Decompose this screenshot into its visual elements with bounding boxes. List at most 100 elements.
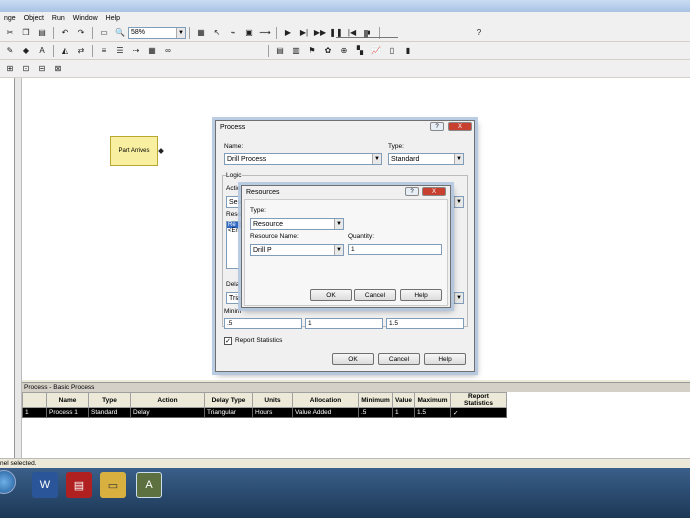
create-module-part-arrives[interactable]: Part Arrives — [110, 136, 158, 166]
table-cell[interactable]: Delay — [130, 407, 205, 418]
snap-to-grid-icon[interactable]: ⊡ — [20, 63, 32, 75]
cancel-button[interactable]: Cancel — [378, 353, 420, 365]
table-cell[interactable]: Process 1 — [46, 407, 89, 418]
column-header[interactable]: Type — [88, 392, 131, 408]
arena-app-icon[interactable]: A — [136, 472, 162, 498]
table-cell[interactable]: 1 — [22, 407, 47, 418]
whats-this-help-icon[interactable]: ? — [473, 27, 485, 39]
menu-run[interactable]: Run — [48, 15, 69, 22]
line-color-icon[interactable]: ✎ — [4, 45, 16, 57]
column-header[interactable]: Action — [130, 392, 205, 408]
line-width-icon[interactable]: ≡ — [98, 45, 110, 57]
start-button-icon[interactable] — [0, 470, 16, 494]
menu-arrange[interactable]: nge — [0, 15, 20, 22]
animation-speed-slider[interactable] — [336, 28, 398, 38]
pointer-icon[interactable]: ↖ — [211, 27, 223, 39]
column-header[interactable]: Delay Type — [204, 392, 253, 408]
fill-color-icon[interactable]: ◆ — [20, 45, 32, 57]
cut-icon[interactable]: ✂ — [4, 27, 16, 39]
slider-thumb[interactable] — [364, 30, 368, 38]
table-cell[interactable]: ✓ — [450, 407, 507, 418]
table-cell[interactable]: Hours — [252, 407, 293, 418]
table-row[interactable]: 1 Process 1 Standard Delay Triangular Ho… — [22, 407, 507, 418]
line-style-icon[interactable]: ☰ — [114, 45, 126, 57]
undo-icon[interactable]: ↶ — [59, 27, 71, 39]
ok-button[interactable]: OK — [310, 289, 352, 301]
table-cell[interactable]: .5 — [358, 407, 393, 418]
fast-forward-icon[interactable]: ▶▶ — [314, 27, 326, 39]
help-question-button[interactable]: ? — [430, 122, 444, 131]
pdf-reader-icon[interactable]: ▤ — [66, 472, 92, 498]
animate-connector-icon[interactable]: ⟿ — [259, 27, 271, 39]
table-cell[interactable]: Value Added — [292, 407, 359, 418]
resource-name-select[interactable]: Drill P ▼ — [250, 244, 344, 256]
zoom-icon[interactable]: 🔍 — [114, 27, 126, 39]
histogram-icon[interactable]: ▯ — [386, 45, 398, 57]
menu-window[interactable]: Window — [69, 15, 102, 22]
column-header[interactable] — [22, 392, 47, 408]
global-icon[interactable]: ⊕ — [338, 45, 350, 57]
word-icon[interactable]: W — [32, 472, 58, 498]
table-cell[interactable]: 1 — [392, 407, 415, 418]
zoom-select[interactable]: 58% ▼ — [128, 26, 186, 39]
report-statistics-checkbox[interactable]: ✓ — [224, 337, 232, 345]
arrow-style-icon[interactable]: ⇢ — [130, 45, 142, 57]
pattern-icon[interactable]: ▦ — [146, 45, 158, 57]
table-cell[interactable]: 1.5 — [414, 407, 451, 418]
minimum-field[interactable]: .5 — [224, 318, 302, 329]
grid-icon[interactable]: ⊞ — [4, 63, 16, 75]
spreadsheet-title: Process - Basic Process — [22, 383, 690, 392]
view-all-icon[interactable]: ▭ — [98, 27, 110, 39]
step-icon[interactable]: ▶| — [298, 27, 310, 39]
column-header[interactable]: Report Statistics — [450, 392, 507, 408]
quantity-field[interactable]: 1 — [348, 244, 442, 255]
column-header[interactable]: Maximum — [414, 392, 451, 408]
type-select[interactable]: Standard ▼ — [388, 153, 464, 165]
column-header[interactable]: Allocation — [292, 392, 359, 408]
copy-icon[interactable]: ❐ — [20, 27, 32, 39]
paste-icon[interactable]: ▤ — [36, 27, 48, 39]
plot-icon[interactable]: 📈 — [370, 45, 382, 57]
ok-button[interactable]: OK — [332, 353, 374, 365]
go-icon[interactable]: ▶ — [282, 27, 294, 39]
variable-icon[interactable]: ✿ — [322, 45, 334, 57]
flip-icon[interactable]: ⇄ — [75, 45, 87, 57]
close-button[interactable]: X — [422, 187, 446, 196]
column-header[interactable]: Name — [46, 392, 89, 408]
column-header[interactable]: Minimum — [358, 392, 393, 408]
help-button[interactable]: Help — [424, 353, 466, 365]
delay-type-value: Tria — [229, 294, 241, 302]
arrange-icon[interactable]: ◭ — [59, 45, 71, 57]
resource-icon[interactable]: ⚑ — [306, 45, 318, 57]
resources-label: Reso — [226, 211, 242, 218]
layers-icon[interactable]: ▦ — [195, 27, 207, 39]
help-question-button[interactable]: ? — [405, 187, 419, 196]
menu-object[interactable]: Object — [20, 15, 48, 22]
folder-icon[interactable]: ▭ — [100, 472, 126, 498]
table-cell[interactable]: Triangular — [204, 407, 253, 418]
column-header[interactable]: Units — [252, 392, 293, 408]
queue-icon[interactable]: ▤ — [274, 45, 286, 57]
submodel-icon[interactable]: ▣ — [243, 27, 255, 39]
storage-icon[interactable]: ▥ — [290, 45, 302, 57]
help-button[interactable]: Help — [400, 289, 442, 301]
text-color-icon[interactable]: A — [36, 45, 48, 57]
project-bar-scrollbar[interactable] — [15, 78, 22, 458]
connect-icon[interactable]: ⌁ — [227, 27, 239, 39]
resource-type-label: Type: — [250, 207, 266, 214]
transporter-icon[interactable]: ▚ — [354, 45, 366, 57]
guides-icon[interactable]: ⊠ — [52, 63, 64, 75]
redo-icon[interactable]: ↷ — [75, 27, 87, 39]
level-icon[interactable]: ▮ — [402, 45, 414, 57]
ruler-icon[interactable]: ⊟ — [36, 63, 48, 75]
snap-icon[interactable]: ∞ — [162, 45, 174, 57]
close-button[interactable]: X — [448, 122, 472, 131]
resource-type-select[interactable]: Resource ▼ — [250, 218, 344, 230]
value-field[interactable]: 1 — [305, 318, 383, 329]
name-select[interactable]: Drill Process ▼ — [224, 153, 382, 165]
table-cell[interactable]: Standard — [88, 407, 131, 418]
cancel-button[interactable]: Cancel — [354, 289, 396, 301]
column-header[interactable]: Value — [392, 392, 415, 408]
menu-help[interactable]: Help — [102, 15, 124, 22]
maximum-field[interactable]: 1.5 — [386, 318, 464, 329]
